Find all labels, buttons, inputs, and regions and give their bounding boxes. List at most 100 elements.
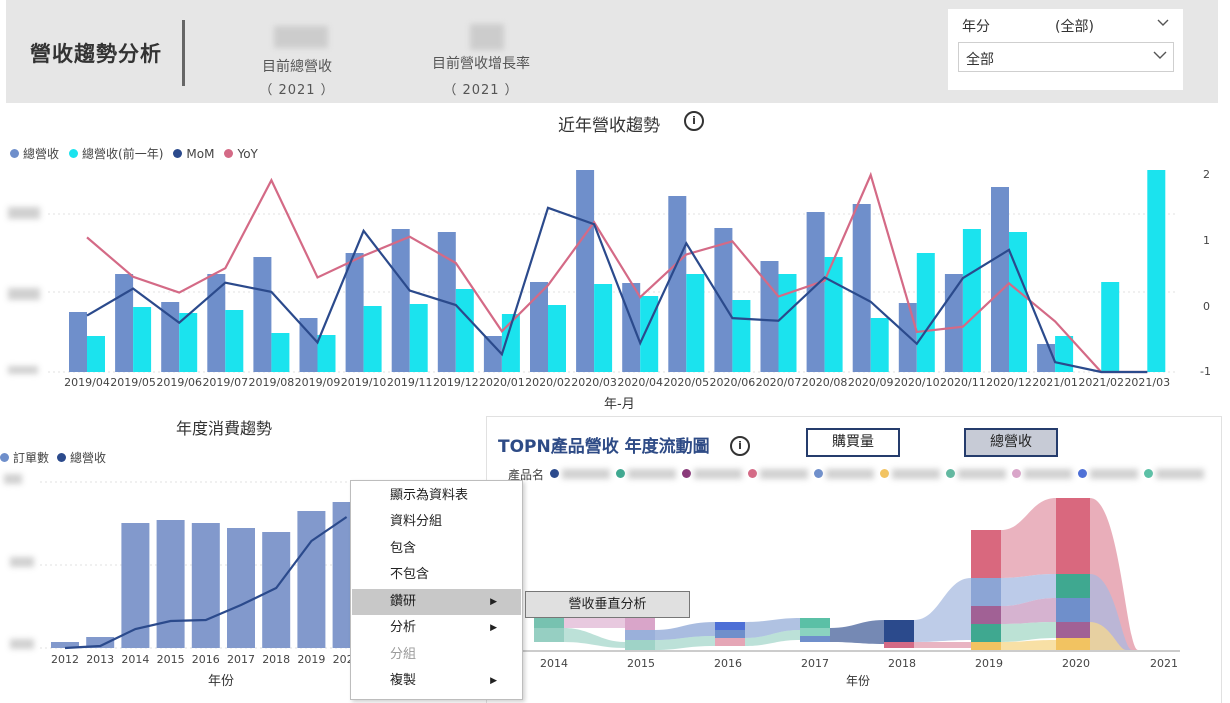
bar-prev-year-revenue[interactable] xyxy=(409,304,428,372)
ribbon-segment[interactable] xyxy=(800,636,830,642)
bar-orders[interactable] xyxy=(262,532,291,648)
bar-total-revenue[interactable] xyxy=(69,312,87,372)
ribbon-segment[interactable] xyxy=(1056,598,1090,622)
ribbon-segment[interactable] xyxy=(1056,574,1090,598)
bar-prev-year-revenue[interactable] xyxy=(455,289,474,372)
bar-prev-year-revenue[interactable] xyxy=(1147,170,1166,372)
bar-prev-year-revenue[interactable] xyxy=(1055,336,1074,372)
bar-total-revenue[interactable] xyxy=(898,303,917,372)
legend-marker[interactable] xyxy=(1144,469,1153,478)
bar-prev-year-revenue[interactable] xyxy=(317,335,336,372)
legend-marker[interactable] xyxy=(682,469,691,478)
bar-prev-year-revenue[interactable] xyxy=(133,307,152,372)
bar-total-revenue[interactable] xyxy=(852,204,871,372)
bar-total-revenue[interactable] xyxy=(115,274,134,372)
chevron-down-icon[interactable] xyxy=(1156,15,1170,33)
bar-prev-year-revenue[interactable] xyxy=(870,318,889,372)
legend-orders[interactable]: 訂單數 xyxy=(0,449,49,466)
ribbon-segment[interactable] xyxy=(1056,498,1090,574)
right-tick: 0 xyxy=(1203,300,1210,313)
legend-marker[interactable] xyxy=(616,469,625,478)
bar-prev-year-revenue[interactable] xyxy=(548,305,566,372)
ribbon-segment[interactable] xyxy=(884,620,914,642)
bar-orders[interactable] xyxy=(297,511,326,648)
bar-prev-year-revenue[interactable] xyxy=(594,284,613,372)
legend-marker[interactable] xyxy=(814,469,823,478)
x-tick-label: 2014 xyxy=(121,653,149,666)
ribbon-segment[interactable] xyxy=(971,530,1001,578)
bar-orders[interactable] xyxy=(227,528,255,648)
ribbon-segment[interactable] xyxy=(625,640,655,650)
bar-prev-year-revenue[interactable] xyxy=(1101,282,1120,372)
legend-marker[interactable] xyxy=(946,469,955,478)
legend-revenue[interactable]: 總營收 xyxy=(57,449,106,466)
bar-prev-year-revenue[interactable] xyxy=(363,306,382,372)
bar-prev-year-revenue[interactable] xyxy=(962,229,981,372)
bar-orders[interactable] xyxy=(156,520,185,648)
legend-marker[interactable] xyxy=(1012,469,1021,478)
bar-total-revenue[interactable] xyxy=(991,187,1009,372)
ribbon-segment[interactable] xyxy=(1056,622,1090,638)
legend-marker[interactable] xyxy=(880,469,889,478)
slicer-selected-value[interactable]: (全部) xyxy=(1055,16,1094,36)
line-yoy[interactable] xyxy=(86,171,1148,374)
x-tick-label: 2020/07 xyxy=(756,376,802,389)
submenu-item-revenue-vertical-analysis[interactable]: 營收垂直分析 xyxy=(525,591,690,618)
bar-prev-year-revenue[interactable] xyxy=(1009,232,1027,372)
info-icon[interactable]: i xyxy=(730,436,750,456)
bar-total-revenue[interactable] xyxy=(253,257,272,372)
bar-total-revenue[interactable] xyxy=(714,228,733,372)
menu-item-analyze[interactable]: 分析 ▶ xyxy=(352,615,521,641)
bar-total-revenue[interactable] xyxy=(944,274,963,372)
menu-item-show-as-table[interactable]: 顯示為資料表 xyxy=(352,483,521,509)
legend-name-blurred xyxy=(1156,469,1204,479)
menu-item-drill-through[interactable]: 鑽研 ▶ xyxy=(352,589,521,615)
ribbon-segment[interactable] xyxy=(971,624,1001,642)
bar-total-revenue[interactable] xyxy=(391,229,410,372)
bar-prev-year-revenue[interactable] xyxy=(916,253,935,372)
bar-prev-year-revenue[interactable] xyxy=(271,333,290,372)
line-mom[interactable] xyxy=(86,206,1148,374)
ribbon-segment[interactable] xyxy=(800,618,830,628)
ribbon-segment[interactable] xyxy=(971,606,1001,624)
total-revenue-button[interactable]: 總營收 xyxy=(964,428,1058,457)
bar-total-revenue[interactable] xyxy=(207,274,226,372)
ribbon-segment[interactable] xyxy=(1056,638,1090,650)
ribbon-flow xyxy=(914,642,971,648)
ribbon-segment[interactable] xyxy=(534,618,564,628)
legend-marker[interactable] xyxy=(1078,469,1087,478)
ribbon-segment[interactable] xyxy=(715,622,745,630)
menu-item-include[interactable]: 包含 xyxy=(352,536,521,562)
product-x-tick: 2015 xyxy=(627,657,655,670)
purchase-quantity-button[interactable]: 購買量 xyxy=(806,428,900,457)
bar-prev-year-revenue[interactable] xyxy=(686,274,705,372)
x-tick-label: 2020/02 xyxy=(525,376,571,389)
bar-total-revenue[interactable] xyxy=(576,170,595,372)
menu-item-label: 資料分組 xyxy=(390,514,443,529)
bar-prev-year-revenue[interactable] xyxy=(778,274,797,372)
ribbon-segment[interactable] xyxy=(884,642,914,648)
legend-marker[interactable] xyxy=(550,469,559,478)
bar-total-revenue[interactable] xyxy=(345,253,364,372)
ribbon-segment[interactable] xyxy=(715,638,745,646)
bar-prev-year-revenue[interactable] xyxy=(732,300,751,372)
bar-total-revenue[interactable] xyxy=(483,336,502,372)
chevron-down-icon[interactable] xyxy=(1152,48,1168,66)
menu-item-exclude[interactable]: 不包含 xyxy=(352,562,521,588)
ribbon-segment[interactable] xyxy=(715,630,745,638)
bar-prev-year-revenue[interactable] xyxy=(87,336,105,372)
ribbon-segment[interactable] xyxy=(625,618,655,630)
product-x-tick: 2020 xyxy=(1062,657,1090,670)
bar-prev-year-revenue[interactable] xyxy=(225,310,244,372)
legend-marker[interactable] xyxy=(748,469,757,478)
bar-orders[interactable] xyxy=(191,523,220,648)
menu-item-copy[interactable]: 複製 ▶ xyxy=(352,668,521,694)
bar-total-revenue[interactable] xyxy=(668,196,687,372)
ribbon-segment[interactable] xyxy=(971,578,1001,606)
menu-item-group-data[interactable]: 資料分組 xyxy=(352,509,521,535)
ribbon-segment[interactable] xyxy=(971,642,1001,650)
bar-total-revenue[interactable] xyxy=(622,283,641,372)
ribbon-segment[interactable] xyxy=(800,628,830,636)
ribbon-segment[interactable] xyxy=(625,630,655,640)
info-icon[interactable]: i xyxy=(684,111,704,131)
